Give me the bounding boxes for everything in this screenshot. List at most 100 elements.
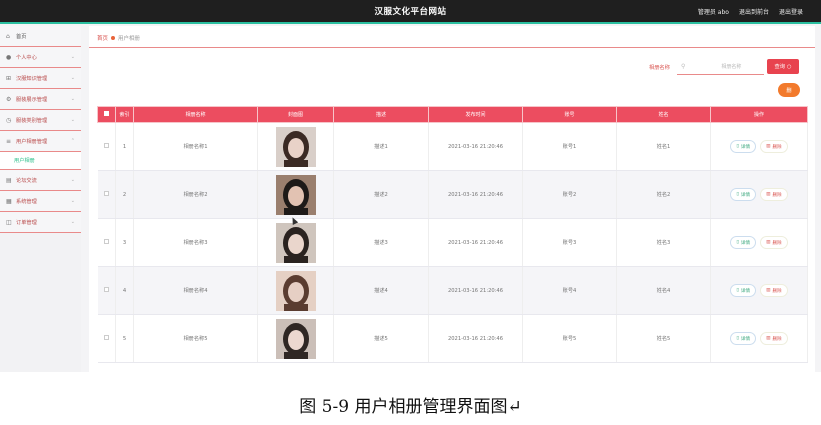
cell-cover: [257, 122, 334, 171]
detail-button-label: 详情: [740, 144, 751, 150]
chevron-down-icon: ⌄: [70, 75, 75, 81]
cell-album-name: 相册名称3: [133, 218, 258, 267]
row-checkbox[interactable]: [97, 170, 116, 219]
home-icon: ⌂: [6, 32, 10, 40]
sidebar-item-clothing-category[interactable]: ◷ 服装类别管理 ⌄: [0, 110, 81, 131]
batch-delete-button[interactable]: 删: [778, 83, 800, 97]
select-all-checkbox[interactable]: [97, 106, 116, 123]
cell-album-name: 相册名称1: [133, 122, 258, 171]
row-checkbox[interactable]: [97, 122, 116, 171]
cell-cover: [257, 170, 334, 219]
column-header: 操作: [710, 106, 808, 123]
top-bar: 汉服文化平台网站 管理员 abo 退出到前台 退出登录: [0, 0, 821, 24]
sidebar-item-profile[interactable]: ● 个人中心 ⌄: [0, 47, 81, 68]
table-row: 5 相册名称5 描述5 2021-03-16 21:20:46 账号5 姓名5 ▯ 详情 ▥ 删除: [97, 314, 808, 363]
cell-actions: ▯ 详情 ▥ 删除: [710, 170, 808, 219]
chevron-down-icon: ⌄: [70, 117, 75, 123]
cell-realname: 姓名5: [616, 314, 711, 363]
checkbox-icon: [103, 143, 109, 148]
column-header: 相册名称: [133, 106, 258, 123]
trash-icon: ▥: [766, 192, 771, 197]
cell-publish-time: 2021-03-16 21:20:46: [428, 170, 523, 219]
cell-account: 账号5: [522, 314, 617, 363]
cell-cover: [257, 218, 334, 267]
chevron-down-icon: ⌄: [70, 219, 75, 225]
cell-actions: ▯ 详情 ▥ 删除: [710, 314, 808, 363]
document-icon: ▯: [736, 192, 739, 197]
search-placeholder: 相册名称: [721, 64, 742, 70]
cell-publish-time: 2021-03-16 21:20:46: [428, 122, 523, 171]
delete-button[interactable]: ▥ 删除: [760, 188, 788, 201]
sidebar-item-home[interactable]: ⌂ 首页: [0, 26, 81, 47]
row-checkbox[interactable]: [97, 218, 116, 267]
row-checkbox[interactable]: [97, 314, 116, 363]
sidebar-item-forum[interactable]: ▤ 论坛交流 ⌄: [0, 170, 81, 191]
delete-button[interactable]: ▥ 删除: [760, 284, 788, 297]
sidebar-item-system[interactable]: ▦ 系统管理 ⌄: [0, 191, 81, 212]
column-header: 描述: [333, 106, 429, 123]
cell-actions: ▯ 详情 ▥ 删除: [710, 266, 808, 315]
cell-index: 2: [115, 170, 134, 219]
detail-button-label: 详情: [740, 240, 751, 246]
delete-button-label: 删除: [772, 336, 782, 342]
column-header: 发布时间: [428, 106, 523, 123]
album-table: 索引 相册名称 封面图 描述 发布时间 账号 姓名 操作 1 相册名称1 描述1 20…: [97, 106, 808, 363]
cell-actions: ▯ 详情 ▥ 删除: [710, 218, 808, 267]
screenshot-area: 汉服文化平台网站 管理员 abo 退出到前台 退出登录 ⌂ 首页 ● 个人中心 …: [0, 0, 821, 372]
detail-button[interactable]: ▯ 详情: [730, 332, 757, 345]
sidebar-item-clothing-display[interactable]: ⚙ 服装展示管理 ⌄: [0, 89, 81, 110]
query-button-label: 查询: [774, 64, 785, 70]
sidebar-subitem-user-album[interactable]: 用户相册: [0, 152, 81, 170]
delete-button[interactable]: ▥ 删除: [760, 140, 788, 153]
main-panel: 首页 用户相册 相册名称 ⚲ 相册名称 查询 ○ 删 索引 相册名称 封面图 描…: [89, 26, 815, 372]
cell-album-name: 相册名称4: [133, 266, 258, 315]
sidebar-item-user-album[interactable]: ≡ 用户相册管理 ⌃: [0, 131, 81, 152]
cell-realname: 姓名1: [616, 122, 711, 171]
row-checkbox[interactable]: [97, 266, 116, 315]
column-header: 姓名: [616, 106, 711, 123]
cover-image: [275, 222, 316, 263]
cover-image: [275, 126, 316, 167]
breadcrumb-home[interactable]: 首页: [97, 34, 108, 42]
sidebar-item-orders[interactable]: ◫ 订单管理 ⌄: [0, 212, 81, 233]
document-icon: ▯: [736, 288, 739, 293]
sidebar-item-hanfu-knowledge[interactable]: ⊞ 汉服知识管理 ⌄: [0, 68, 81, 89]
cell-account: 账号4: [522, 266, 617, 315]
sidebar-item-label: 服装类别管理: [16, 117, 48, 124]
logout-link[interactable]: 退出登录: [779, 7, 803, 16]
cart-icon: ◫: [6, 218, 12, 226]
detail-button[interactable]: ▯ 详情: [730, 284, 757, 297]
detail-button[interactable]: ▯ 详情: [730, 188, 757, 201]
cell-description: 描述2: [333, 170, 429, 219]
delete-button[interactable]: ▥ 删除: [760, 236, 788, 249]
divider: [89, 47, 815, 48]
cell-album-name: 相册名称2: [133, 170, 258, 219]
admin-user-label: 管理员 abo: [697, 9, 729, 16]
delete-button-label: 删除: [772, 288, 782, 294]
column-header: 账号: [522, 106, 617, 123]
table-body: 1 相册名称1 描述1 2021-03-16 21:20:46 账号1 姓名1 ▯ 详情 ▥ 删除…: [97, 122, 808, 363]
delete-button[interactable]: ▥ 删除: [760, 332, 788, 345]
to-frontend-link[interactable]: 退出到前台: [739, 7, 769, 16]
cell-publish-time: 2021-03-16 21:20:46: [428, 218, 523, 267]
document-icon: ▯: [736, 336, 739, 341]
cell-description: 描述1: [333, 122, 429, 171]
grid-icon: ⊞: [6, 74, 12, 82]
sidebar-item-label: 首页: [16, 33, 27, 40]
sidebar-item-label: 订单管理: [16, 219, 37, 226]
trash-icon: ▥: [766, 240, 771, 245]
gear-icon: ⚙: [6, 95, 12, 103]
sidebar-item-label: 系统管理: [16, 198, 37, 205]
cell-publish-time: 2021-03-16 21:20:46: [428, 314, 523, 363]
search-input[interactable]: ⚲ 相册名称: [677, 59, 764, 75]
sidebar-item-label: 用户相册管理: [16, 138, 48, 145]
detail-button[interactable]: ▯ 详情: [730, 140, 757, 153]
table-row: 3 相册名称3 描述3 2021-03-16 21:20:46 账号3 姓名3 ▯ 详情 ▥ 删除: [97, 218, 808, 267]
sidebar-item-label: 个人中心: [16, 54, 37, 61]
top-bar-actions: 管理员 abo 退出到前台 退出登录: [698, 7, 803, 16]
trash-icon: ▥: [766, 336, 771, 341]
cell-account: 账号3: [522, 218, 617, 267]
search-icon: ○: [786, 63, 792, 70]
query-button[interactable]: 查询 ○: [767, 59, 799, 74]
detail-button[interactable]: ▯ 详情: [730, 236, 757, 249]
